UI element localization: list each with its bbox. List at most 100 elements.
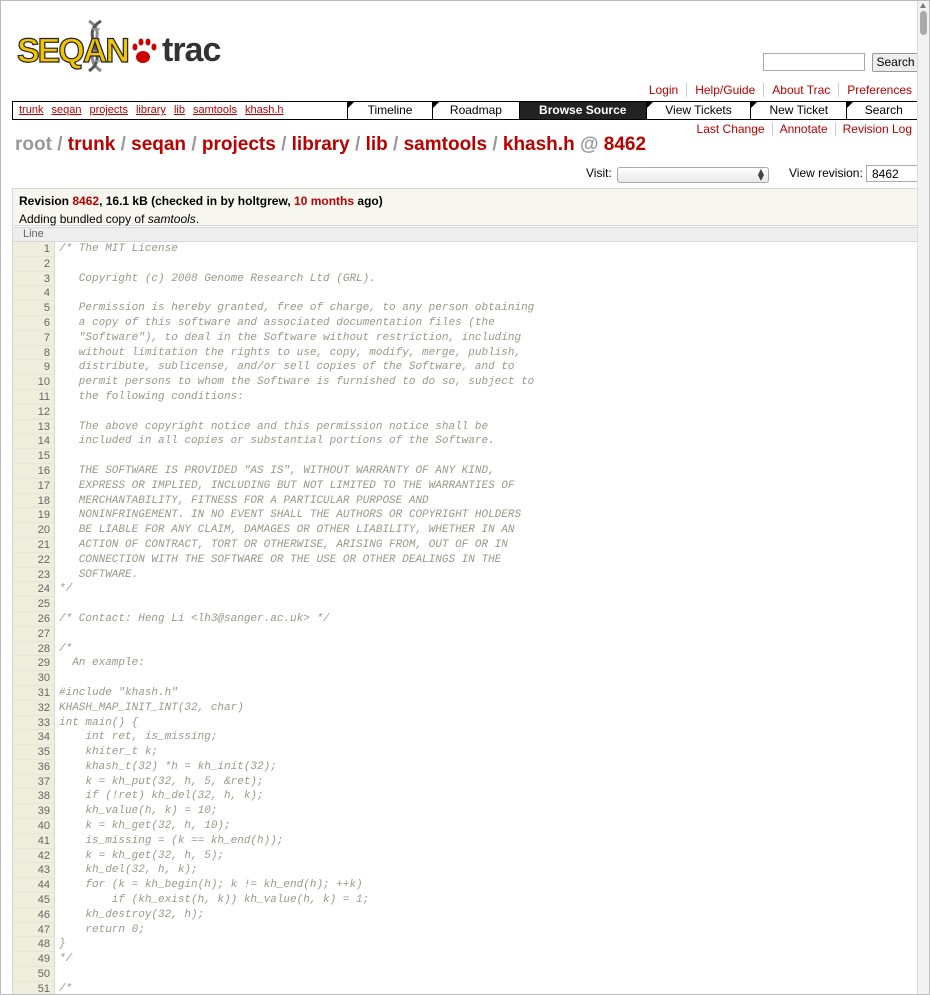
preferences-link[interactable]: Preferences <box>838 83 912 97</box>
breadcrumb-samtools[interactable]: samtools <box>193 102 237 119</box>
nav-view-tickets[interactable]: View Tickets <box>645 102 750 119</box>
code-text: kh_del(32, h, k); <box>59 864 198 877</box>
code-text: /* <box>59 642 73 655</box>
line-number-link[interactable]: 29 <box>13 656 55 672</box>
line-number-link[interactable]: 8 <box>13 345 55 361</box>
line-number-link[interactable]: 30 <box>13 671 55 686</box>
line-number-link[interactable]: 45 <box>13 893 55 908</box>
code-text: k = kh_put(32, h, 5, &ret); <box>59 775 264 788</box>
line-number-link[interactable]: 51 <box>13 981 55 994</box>
line-number-link[interactable]: 21 <box>13 537 55 553</box>
line-number-link[interactable]: 9 <box>13 360 55 376</box>
line-number-link[interactable]: 35 <box>13 745 55 760</box>
visit-select[interactable]: ▲ ▼ <box>617 167 769 183</box>
line-number-link[interactable]: 39 <box>13 804 55 820</box>
line-number-link[interactable]: 48 <box>13 937 55 953</box>
line-number-link[interactable]: 40 <box>13 819 55 834</box>
path-revision[interactable]: 8462 <box>604 134 646 155</box>
line-number-link[interactable]: 43 <box>13 863 55 879</box>
login-link[interactable]: Login <box>641 83 686 97</box>
line-number-link[interactable]: 5 <box>13 301 55 316</box>
line-number-link[interactable]: 18 <box>13 493 55 509</box>
line-number-link[interactable]: 17 <box>13 478 55 494</box>
breadcrumb-trunk[interactable]: trunk <box>19 102 43 119</box>
search-input[interactable] <box>763 53 865 71</box>
line-number-link[interactable]: 50 <box>13 967 55 982</box>
code-text: */ <box>59 583 73 596</box>
breadcrumb-seqan[interactable]: seqan <box>51 102 81 119</box>
line-number-link[interactable]: 6 <box>13 315 55 331</box>
breadcrumb-projects[interactable]: projects <box>89 102 128 119</box>
line-number-link[interactable]: 2 <box>13 256 55 272</box>
view-revision-input[interactable]: 8462 <box>866 165 919 182</box>
code-text: } <box>59 938 66 951</box>
about-trac-link[interactable]: About Trac <box>763 83 838 97</box>
line-number-link[interactable]: 23 <box>13 567 55 583</box>
nav-timeline[interactable]: Timeline <box>346 102 432 119</box>
line-number-link[interactable]: 3 <box>13 271 55 287</box>
line-number-link[interactable]: 46 <box>13 907 55 923</box>
line-number-link[interactable]: 15 <box>13 449 55 464</box>
line-number-link[interactable]: 49 <box>13 952 55 968</box>
line-number-link[interactable]: 33 <box>13 715 55 731</box>
breadcrumb-lib[interactable]: lib <box>174 102 185 119</box>
code-text: int ret, is_missing; <box>59 731 218 744</box>
nav-search[interactable]: Search <box>846 102 920 119</box>
line-number-link[interactable]: 19 <box>13 508 55 524</box>
line-number-link[interactable]: 4 <box>13 286 55 302</box>
line-number-link[interactable]: 14 <box>13 434 55 450</box>
line-number-link[interactable]: 11 <box>13 389 55 405</box>
line-number-link[interactable]: 1 <box>13 242 55 257</box>
path-file[interactable]: khash.h <box>503 134 575 155</box>
line-number-link[interactable]: 13 <box>13 419 55 435</box>
code-text: distribute, sublicense, and/or sell copi… <box>59 361 515 374</box>
annotate-link[interactable]: Annotate <box>771 122 835 136</box>
path-samtools[interactable]: samtools <box>404 134 487 155</box>
line-number-link[interactable]: 7 <box>13 330 55 346</box>
line-number-link[interactable]: 27 <box>13 626 55 642</box>
line-number-link[interactable]: 38 <box>13 789 55 805</box>
breadcrumb-library[interactable]: library <box>136 102 166 119</box>
search-button[interactable]: Search <box>872 53 919 72</box>
line-number-link[interactable]: 31 <box>13 685 55 701</box>
vertical-scrollbar[interactable] <box>917 1 929 994</box>
nav-roadmap[interactable]: Roadmap <box>432 102 518 119</box>
nav-browse-source[interactable]: Browse Source <box>518 102 646 119</box>
path-root[interactable]: root <box>15 134 52 155</box>
path-trunk[interactable]: trunk <box>68 134 116 155</box>
code-text: ACTION OF CONTRACT, TORT OR OTHERWISE, A… <box>59 538 508 551</box>
line-number-link[interactable]: 34 <box>13 730 55 746</box>
breadcrumb-khash[interactable]: khash.h <box>245 102 284 119</box>
line-number-link[interactable]: 16 <box>13 463 55 479</box>
line-number-link[interactable]: 47 <box>13 922 55 938</box>
line-number-link[interactable]: 25 <box>13 597 55 612</box>
path-projects[interactable]: projects <box>202 134 276 155</box>
line-number-link[interactable]: 32 <box>13 700 55 716</box>
last-change-link[interactable]: Last Change <box>690 122 772 136</box>
nav-new-ticket[interactable]: New Ticket <box>750 102 846 119</box>
path-library[interactable]: library <box>292 134 350 155</box>
line-number-link[interactable]: 20 <box>13 523 55 538</box>
path-lib[interactable]: lib <box>366 134 388 155</box>
revision-age-link[interactable]: 10 months <box>294 194 354 208</box>
line-number-link[interactable]: 41 <box>13 833 55 849</box>
line-number-link[interactable]: 28 <box>13 641 55 657</box>
line-number-link[interactable]: 42 <box>13 848 55 864</box>
scroll-thumb[interactable] <box>920 11 927 35</box>
line-number-link[interactable]: 37 <box>13 774 55 790</box>
scroll-up-icon[interactable] <box>920 3 926 8</box>
line-number-link[interactable]: 36 <box>13 759 55 775</box>
revision-link[interactable]: 8462 <box>72 194 99 208</box>
line-number-link[interactable]: 12 <box>13 404 55 420</box>
line-number-link[interactable]: 26 <box>13 611 55 627</box>
path-seqan[interactable]: seqan <box>131 134 186 155</box>
line-number-link[interactable]: 44 <box>13 878 55 894</box>
code-line: 39 kh_value(h, k) = 10; <box>13 804 917 820</box>
seqan-trac-logo[interactable]: SEQAN trac <box>17 17 227 73</box>
revision-log-link[interactable]: Revision Log <box>834 122 912 136</box>
line-number-link[interactable]: 22 <box>13 552 55 568</box>
line-number-link[interactable]: 24 <box>13 582 55 598</box>
line-number-link[interactable]: 10 <box>13 375 55 390</box>
help-guide-link[interactable]: Help/Guide <box>686 83 763 97</box>
